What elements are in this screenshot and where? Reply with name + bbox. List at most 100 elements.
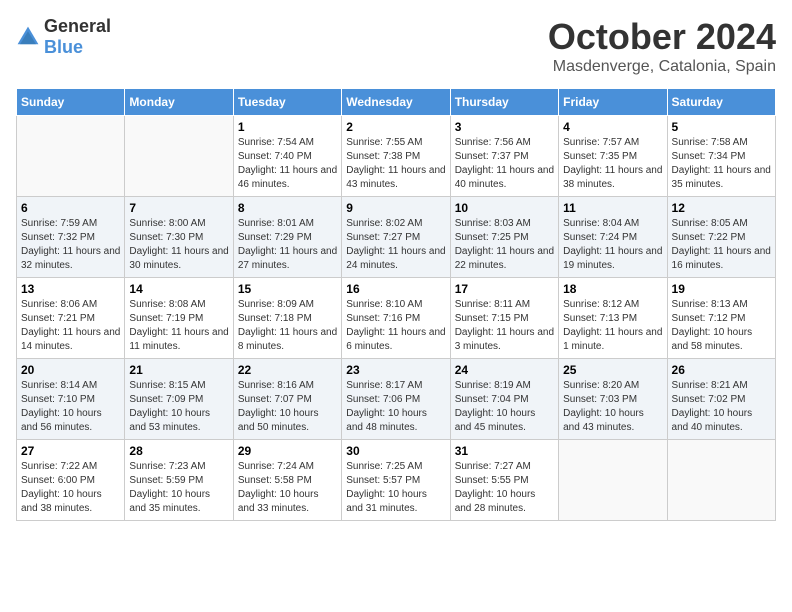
day-number: 9 [346, 201, 445, 215]
day-info: Sunrise: 8:14 AMSunset: 7:10 PMDaylight:… [21, 379, 120, 435]
calendar-cell: 6 Sunrise: 7:59 AMSunset: 7:32 PMDaylight… [17, 197, 125, 278]
day-number: 21 [129, 363, 228, 377]
calendar-cell [17, 116, 125, 197]
day-number: 3 [455, 120, 554, 134]
day-number: 30 [346, 444, 445, 458]
day-number: 31 [455, 444, 554, 458]
calendar-cell [559, 440, 667, 521]
calendar: SundayMondayTuesdayWednesdayThursdayFrid… [16, 88, 776, 521]
day-number: 22 [238, 363, 337, 377]
day-info: Sunrise: 7:22 AMSunset: 6:00 PMDaylight:… [21, 460, 120, 516]
day-info: Sunrise: 7:59 AMSunset: 7:32 PMDaylight:… [21, 217, 120, 273]
day-number: 20 [21, 363, 120, 377]
calendar-cell: 26 Sunrise: 8:21 AMSunset: 7:02 PMDayligh… [667, 359, 775, 440]
day-number: 15 [238, 282, 337, 296]
calendar-cell: 28Sunrise: 7:23 AMSunset: 5:59 PMDayligh… [125, 440, 233, 521]
calendar-cell: 7 Sunrise: 8:00 AMSunset: 7:30 PMDaylight… [125, 197, 233, 278]
day-info: Sunrise: 7:56 AMSunset: 7:37 PMDaylight:… [455, 136, 554, 192]
calendar-cell: 29Sunrise: 7:24 AMSunset: 5:58 PMDayligh… [233, 440, 341, 521]
day-info: Sunrise: 8:12 AMSunset: 7:13 PMDaylight:… [563, 298, 662, 354]
calendar-row: 27 Sunrise: 7:22 AMSunset: 6:00 PMDayligh… [17, 440, 776, 521]
day-info: Sunrise: 7:27 AMSunset: 5:55 PMDaylight:… [455, 460, 554, 516]
day-number: 2 [346, 120, 445, 134]
day-number: 5 [672, 120, 771, 134]
day-info: Sunrise: 8:15 AMSunset: 7:09 PMDaylight:… [129, 379, 228, 435]
logo-icon [16, 25, 40, 49]
day-info: Sunrise: 7:58 AMSunset: 7:34 PMDaylight:… [672, 136, 771, 192]
calendar-cell: 16 Sunrise: 8:10 AMSunset: 7:16 PMDayligh… [342, 278, 450, 359]
header: General Blue October 2024 Masdenverge, C… [16, 16, 776, 76]
day-info: Sunrise: 8:19 AMSunset: 7:04 PMDaylight:… [455, 379, 554, 435]
calendar-cell: 11 Sunrise: 8:04 AMSunset: 7:24 PMDayligh… [559, 197, 667, 278]
logo: General Blue [16, 16, 111, 58]
calendar-cell: 22 Sunrise: 8:16 AMSunset: 7:07 PMDayligh… [233, 359, 341, 440]
day-info: Sunrise: 8:05 AMSunset: 7:22 PMDaylight:… [672, 217, 771, 273]
calendar-cell: 18 Sunrise: 8:12 AMSunset: 7:13 PMDayligh… [559, 278, 667, 359]
day-number: 1 [238, 120, 337, 134]
day-info: Sunrise: 8:03 AMSunset: 7:25 PMDaylight:… [455, 217, 554, 273]
calendar-cell: 8 Sunrise: 8:01 AMSunset: 7:29 PMDaylight… [233, 197, 341, 278]
day-number: 10 [455, 201, 554, 215]
calendar-cell: 14Sunrise: 8:08 AMSunset: 7:19 PMDayligh… [125, 278, 233, 359]
column-header-tuesday: Tuesday [233, 89, 341, 116]
day-number: 11 [563, 201, 662, 215]
logo-text-blue: Blue [44, 37, 83, 57]
day-number: 7 [129, 201, 228, 215]
calendar-cell: 13 Sunrise: 8:06 AMSunset: 7:21 PMDayligh… [17, 278, 125, 359]
calendar-cell: 21 Sunrise: 8:15 AMSunset: 7:09 PMDayligh… [125, 359, 233, 440]
calendar-cell: 25 Sunrise: 8:20 AMSunset: 7:03 PMDayligh… [559, 359, 667, 440]
day-number: 16 [346, 282, 445, 296]
day-info: Sunrise: 7:23 AMSunset: 5:59 PMDaylight:… [129, 460, 228, 516]
day-number: 13 [21, 282, 120, 296]
day-info: Sunrise: 8:04 AMSunset: 7:24 PMDaylight:… [563, 217, 662, 273]
day-info: Sunrise: 8:13 AMSunset: 7:12 PMDaylight:… [672, 298, 771, 354]
day-info: Sunrise: 8:16 AMSunset: 7:07 PMDaylight:… [238, 379, 337, 435]
day-number: 12 [672, 201, 771, 215]
day-number: 25 [563, 363, 662, 377]
calendar-cell: 23 Sunrise: 8:17 AMSunset: 7:06 PMDayligh… [342, 359, 450, 440]
calendar-header-row: SundayMondayTuesdayWednesdayThursdayFrid… [17, 89, 776, 116]
calendar-cell: 15Sunrise: 8:09 AMSunset: 7:18 PMDayligh… [233, 278, 341, 359]
calendar-cell: 9Sunrise: 8:02 AMSunset: 7:27 PMDaylight… [342, 197, 450, 278]
day-info: Sunrise: 8:00 AMSunset: 7:30 PMDaylight:… [129, 217, 228, 273]
calendar-row: 1Sunrise: 7:54 AMSunset: 7:40 PMDaylight… [17, 116, 776, 197]
calendar-cell: 27 Sunrise: 7:22 AMSunset: 6:00 PMDayligh… [17, 440, 125, 521]
day-number: 27 [21, 444, 120, 458]
month-title: October 2024 [548, 16, 776, 58]
day-number: 26 [672, 363, 771, 377]
day-info: Sunrise: 7:57 AMSunset: 7:35 PMDaylight:… [563, 136, 662, 192]
calendar-cell [125, 116, 233, 197]
title-block: October 2024 Masdenverge, Catalonia, Spa… [548, 16, 776, 76]
day-info: Sunrise: 8:01 AMSunset: 7:29 PMDaylight:… [238, 217, 337, 273]
day-number: 18 [563, 282, 662, 296]
day-info: Sunrise: 8:20 AMSunset: 7:03 PMDaylight:… [563, 379, 662, 435]
calendar-cell: 24 Sunrise: 8:19 AMSunset: 7:04 PMDayligh… [450, 359, 558, 440]
column-header-thursday: Thursday [450, 89, 558, 116]
column-header-friday: Friday [559, 89, 667, 116]
day-number: 17 [455, 282, 554, 296]
column-header-saturday: Saturday [667, 89, 775, 116]
calendar-row: 13 Sunrise: 8:06 AMSunset: 7:21 PMDayligh… [17, 278, 776, 359]
day-info: Sunrise: 8:06 AMSunset: 7:21 PMDaylight:… [21, 298, 120, 354]
logo-text-general: General [44, 16, 111, 36]
calendar-cell: 1Sunrise: 7:54 AMSunset: 7:40 PMDaylight… [233, 116, 341, 197]
calendar-cell: 5 Sunrise: 7:58 AMSunset: 7:34 PMDaylight… [667, 116, 775, 197]
day-info: Sunrise: 8:21 AMSunset: 7:02 PMDaylight:… [672, 379, 771, 435]
calendar-cell: 2 Sunrise: 7:55 AMSunset: 7:38 PMDaylight… [342, 116, 450, 197]
day-number: 6 [21, 201, 120, 215]
day-number: 24 [455, 363, 554, 377]
day-info: Sunrise: 8:10 AMSunset: 7:16 PMDaylight:… [346, 298, 445, 354]
calendar-cell [667, 440, 775, 521]
column-header-sunday: Sunday [17, 89, 125, 116]
day-info: Sunrise: 8:08 AMSunset: 7:19 PMDaylight:… [129, 298, 228, 354]
calendar-cell: 4 Sunrise: 7:57 AMSunset: 7:35 PMDaylight… [559, 116, 667, 197]
calendar-cell: 20 Sunrise: 8:14 AMSunset: 7:10 PMDayligh… [17, 359, 125, 440]
day-info: Sunrise: 8:17 AMSunset: 7:06 PMDaylight:… [346, 379, 445, 435]
day-number: 4 [563, 120, 662, 134]
day-number: 23 [346, 363, 445, 377]
day-info: Sunrise: 7:55 AMSunset: 7:38 PMDaylight:… [346, 136, 445, 192]
calendar-cell: 31 Sunrise: 7:27 AMSunset: 5:55 PMDayligh… [450, 440, 558, 521]
day-number: 8 [238, 201, 337, 215]
calendar-cell: 12 Sunrise: 8:05 AMSunset: 7:22 PMDayligh… [667, 197, 775, 278]
calendar-cell: 19Sunrise: 8:13 AMSunset: 7:12 PMDayligh… [667, 278, 775, 359]
